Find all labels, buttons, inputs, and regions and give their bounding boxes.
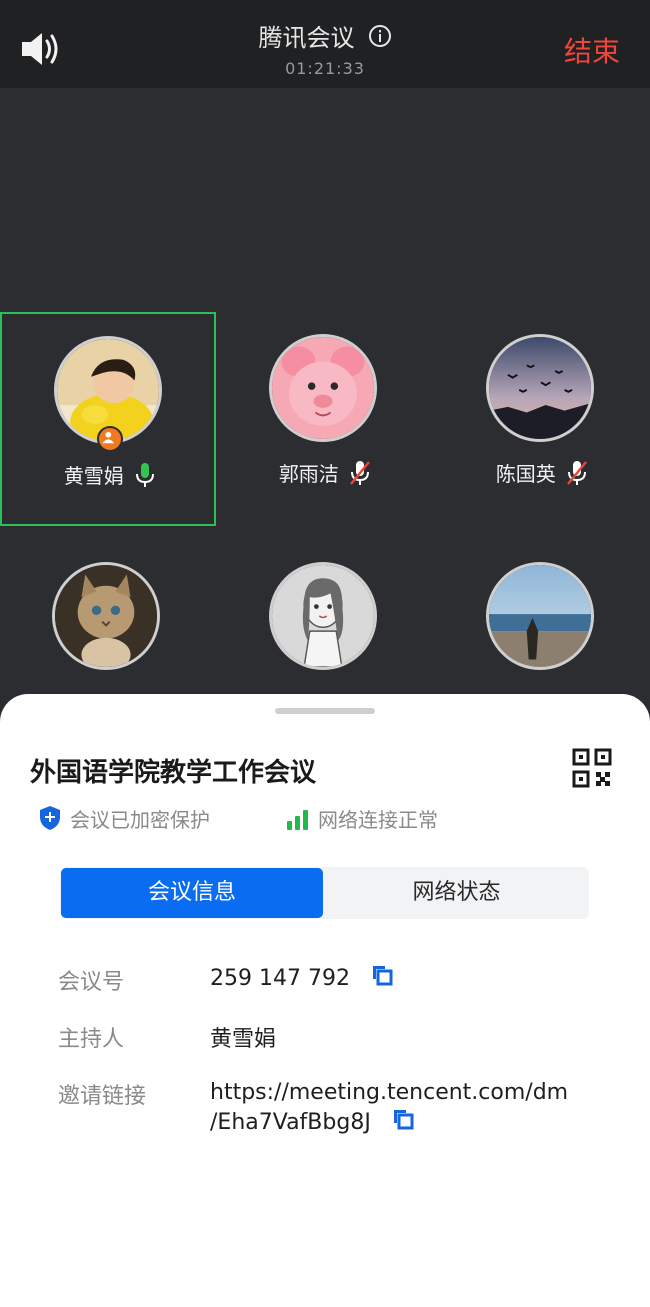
invite-link-label: 邀请链接 [58, 1084, 147, 1109]
invite-link-line-1: https://meeting.tencent.com/dm [210, 1080, 569, 1105]
qr-code-icon[interactable] [572, 748, 612, 788]
meeting-app-title: 腾讯会议 [258, 24, 355, 52]
participant-tile[interactable]: 黄雪娟 [0, 312, 216, 526]
tab-meeting-info[interactable]: 会议信息 [61, 868, 323, 918]
shield-icon [40, 806, 60, 830]
avatar [52, 562, 160, 670]
invite-link-line-2-wrap: /Eha7VafBbg8J [210, 1108, 568, 1138]
meeting-title: 外国语学院教学工作会议 [30, 758, 317, 788]
avatar [486, 562, 594, 670]
signal-bars-icon [287, 810, 308, 830]
title-area: 腾讯会议 01:21:33 [0, 18, 650, 78]
invite-link-line-2: /Eha7VafBbg8J [210, 1110, 371, 1135]
participant-tile[interactable]: 陈国英 [434, 312, 650, 526]
host-value: 黄雪娟 [210, 1027, 277, 1052]
info-icon[interactable] [368, 24, 392, 48]
participant-name: 陈国英 [495, 462, 556, 486]
participant-name-row: 郭雨洁 [217, 458, 433, 487]
participant-name: 黄雪娟 [63, 464, 124, 488]
network-status: 网络连接正常 [286, 804, 438, 833]
avatar [486, 334, 594, 442]
host-label: 主持人 [58, 1027, 125, 1052]
info-tabs: 会议信息 网络状态 [60, 867, 589, 919]
avatar [269, 562, 377, 670]
meeting-info-sheet: 外国语学院教学工作会议 会议已加密保护 网络连接正常 会议信息 网络状态 会议号… [0, 694, 650, 1307]
meeting-timer: 01:21:33 [285, 59, 365, 78]
copy-icon[interactable] [392, 1108, 414, 1130]
mic-muted-icon [567, 461, 588, 485]
tab-network-status[interactable]: 网络状态 [324, 867, 589, 919]
meeting-id-value: 259 147 792 [210, 966, 350, 991]
participant-name-row: 黄雪娟 [2, 460, 218, 489]
sheet-drag-handle[interactable] [275, 708, 375, 714]
participant-tile[interactable]: 郭雨洁 [217, 312, 433, 526]
end-meeting-button[interactable]: 结束 [564, 30, 620, 70]
meeting-id-label: 会议号 [58, 970, 125, 995]
host-badge [97, 426, 123, 452]
network-label: 网络连接正常 [318, 808, 438, 832]
encryption-status: 会议已加密保护 [38, 804, 210, 833]
copy-icon[interactable] [371, 964, 393, 986]
invite-link-value[interactable]: https://meeting.tencent.com/dm /Eha7VafB… [210, 1078, 568, 1138]
avatar [269, 334, 377, 442]
host-icon [102, 431, 115, 444]
top-bar: 腾讯会议 01:21:33 结束 [0, 0, 650, 88]
meeting-id-value-wrap: 259 147 792 [210, 964, 393, 991]
encryption-label: 会议已加密保护 [70, 808, 210, 832]
participant-name: 郭雨洁 [278, 462, 339, 486]
participant-name-row: 陈国英 [434, 458, 650, 487]
mic-active-icon [136, 463, 155, 487]
mic-muted-icon [350, 461, 371, 485]
